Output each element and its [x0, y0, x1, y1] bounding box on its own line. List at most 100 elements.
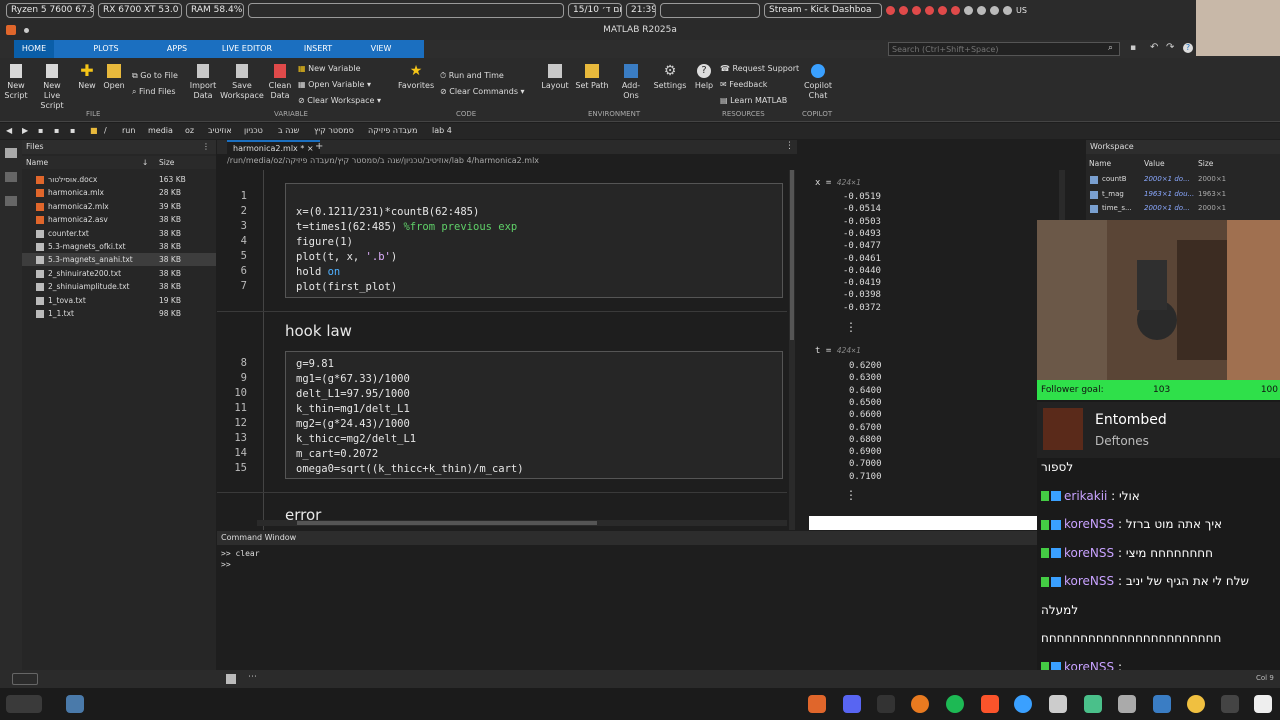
file-row[interactable]: אוסילטור.docx 163 KB: [22, 173, 216, 186]
code-block-2[interactable]: g=9.81 mg1=(g*67.33)/1000 delt_L1=97.95/…: [296, 357, 524, 477]
refresh-icon[interactable]: ▪: [70, 123, 75, 139]
record-icon[interactable]: [899, 5, 908, 15]
import-data-button[interactable]: Import Data: [188, 64, 218, 101]
breadcrumb-media[interactable]: media: [148, 123, 173, 139]
ws-column-value[interactable]: Value: [1144, 157, 1165, 170]
tab-insert[interactable]: INSERT: [298, 40, 338, 58]
ws-column-name[interactable]: Name: [1089, 157, 1111, 170]
redo-icon[interactable]: ↷: [1166, 42, 1174, 53]
file-row[interactable]: 2_shinuirate200.txt 38 KB: [22, 267, 216, 280]
search-icon[interactable]: ⌕: [1108, 43, 1113, 53]
editor-menu-icon[interactable]: ⋮: [785, 141, 794, 151]
browser-icon[interactable]: [1014, 695, 1032, 713]
editor-scrollbar[interactable]: [789, 170, 795, 530]
matlab-taskbar-icon[interactable]: [808, 695, 826, 713]
workspace-row[interactable]: t_mag 1963×1 dou... 1963×1: [1086, 188, 1280, 201]
breadcrumb-technion[interactable]: טכניון: [244, 123, 263, 139]
open-variable-button[interactable]: ▦ Open Variable ▾: [298, 80, 371, 89]
tab-live-editor[interactable]: LIVE EDITOR: [196, 40, 298, 58]
record-icon[interactable]: [925, 5, 934, 15]
tab-home[interactable]: HOME: [14, 40, 54, 58]
ws-column-size[interactable]: Size: [1198, 157, 1213, 170]
editor-tab[interactable]: harmonica2.mlx * ×: [227, 140, 320, 154]
panel-menu-icon[interactable]: ⋮: [202, 140, 210, 154]
tab-apps[interactable]: APPS: [158, 40, 196, 58]
taskbar-window-slot[interactable]: [248, 2, 564, 18]
breadcrumb-oz[interactable]: oz: [185, 123, 194, 139]
workspace-row[interactable]: time_s... 2000×1 do... 2000×1: [1086, 202, 1280, 215]
run-and-time-button[interactable]: ⏱ Run and Time: [440, 71, 504, 81]
clear-commands-button[interactable]: ⊘ Clear Commands ▾: [440, 87, 525, 96]
editor-h-scrollbar[interactable]: [257, 520, 787, 526]
add-ons-button[interactable]: Add-Ons: [614, 64, 648, 101]
command-window[interactable]: Command Window >> clear >>: [217, 531, 1037, 671]
tray-icon[interactable]: [964, 5, 973, 15]
file-row[interactable]: 2_shinuiamplitude.txt 38 KB: [22, 280, 216, 293]
files-panel-icon[interactable]: [5, 148, 17, 158]
tray-icon[interactable]: [977, 5, 986, 15]
breadcrumb-semester[interactable]: סמסטר קיץ: [314, 123, 354, 139]
record-icon[interactable]: [886, 5, 895, 15]
brave-icon[interactable]: [981, 695, 999, 713]
new-button[interactable]: ✚ New: [76, 63, 98, 91]
window-slot[interactable]: [660, 2, 760, 18]
new-live-script-button[interactable]: New Live Script: [32, 64, 72, 111]
status-button[interactable]: [12, 673, 38, 685]
clear-workspace-button[interactable]: ⊘ Clear Workspace ▾: [298, 96, 381, 105]
breadcrumb-lab[interactable]: מעבדה פיזיקה: [368, 123, 417, 139]
more-icon[interactable]: ⋯: [248, 672, 257, 682]
file-row[interactable]: 1_tova.txt 19 KB: [22, 294, 216, 307]
record-icon[interactable]: [938, 5, 947, 15]
status-icon[interactable]: [226, 674, 236, 684]
learn-matlab-button[interactable]: ▤ Learn MATLAB: [720, 96, 787, 105]
help-button[interactable]: ? Help: [692, 64, 716, 91]
section-heading-hook-law[interactable]: hook law: [285, 322, 352, 340]
files-icon[interactable]: [1118, 695, 1136, 713]
breadcrumb-run[interactable]: run: [122, 123, 135, 139]
current-folder-bar[interactable]: ◀ ▶ ▪ ▪ ▪ ■ / run media oz אוזיטיב טכניו…: [0, 123, 1280, 139]
firefox-icon[interactable]: [911, 695, 929, 713]
sort-icon[interactable]: ↓: [142, 156, 148, 169]
keyboard-layout[interactable]: US: [1016, 6, 1027, 15]
figure-preview[interactable]: [809, 516, 1049, 530]
stream-window-tab[interactable]: Stream - Kick Dashboa: [764, 2, 882, 18]
copilot-chat-button[interactable]: Copilot Chat: [802, 64, 834, 101]
command-prompt[interactable]: >>: [221, 560, 231, 569]
settings-button[interactable]: ⚙ Settings: [652, 64, 688, 91]
breadcrumb-ozitiv[interactable]: אוזיטיב: [208, 123, 232, 139]
spotify-icon[interactable]: [946, 695, 964, 713]
back-icon[interactable]: ◀: [6, 123, 12, 139]
new-script-button[interactable]: New Script: [4, 64, 28, 101]
file-row[interactable]: 5.3-magnets_ofki.txt 38 KB: [22, 240, 216, 253]
workspace-row[interactable]: countB 2000×1 do... 2000×1: [1086, 173, 1280, 186]
file-row[interactable]: counter.txt 38 KB: [22, 227, 216, 240]
find-files-button[interactable]: ⌕ Find Files: [132, 87, 176, 97]
bluetooth-icon[interactable]: [1003, 5, 1012, 15]
clean-data-button[interactable]: Clean Data: [266, 64, 294, 101]
file-row[interactable]: 5.3-magnets_anahi.txt 38 KB: [22, 253, 216, 267]
editor-content[interactable]: 1234567 x=(0.1211/231)*countB(62:485) t=…: [217, 170, 787, 530]
file-row[interactable]: 1_1.txt 98 KB: [22, 307, 216, 320]
help-icon[interactable]: ?: [1183, 43, 1193, 53]
open-button[interactable]: Open: [102, 64, 126, 91]
save-icon[interactable]: ▪: [1130, 43, 1136, 53]
app-icon[interactable]: [1049, 695, 1067, 713]
steam-icon[interactable]: [877, 695, 895, 713]
app-icon[interactable]: [1187, 695, 1205, 713]
forward-icon[interactable]: ▶: [22, 123, 28, 139]
record-icon[interactable]: [951, 5, 960, 15]
app-launcher-icon[interactable]: [66, 695, 84, 713]
new-variable-button[interactable]: ▦ New Variable: [298, 64, 361, 73]
breadcrumb-year[interactable]: שנה ב: [278, 123, 299, 139]
file-row[interactable]: harmonica2.mlx 39 KB: [22, 200, 216, 213]
breadcrumb-lab4[interactable]: lab 4: [432, 123, 452, 139]
close-tab-icon[interactable]: ×: [307, 144, 314, 153]
set-path-button[interactable]: Set Path: [574, 64, 610, 91]
column-size[interactable]: Size: [159, 156, 174, 169]
store-icon[interactable]: [1153, 695, 1171, 713]
code-block-1[interactable]: x=(0.1211/231)*countB(62:485) t=times1(6…: [296, 205, 517, 295]
undo-icon[interactable]: ↶: [1150, 42, 1158, 53]
file-row[interactable]: harmonica2.asv 38 KB: [22, 213, 216, 226]
favorites-button[interactable]: ★ Favorites: [398, 64, 434, 91]
terminal-icon[interactable]: [1221, 695, 1239, 713]
